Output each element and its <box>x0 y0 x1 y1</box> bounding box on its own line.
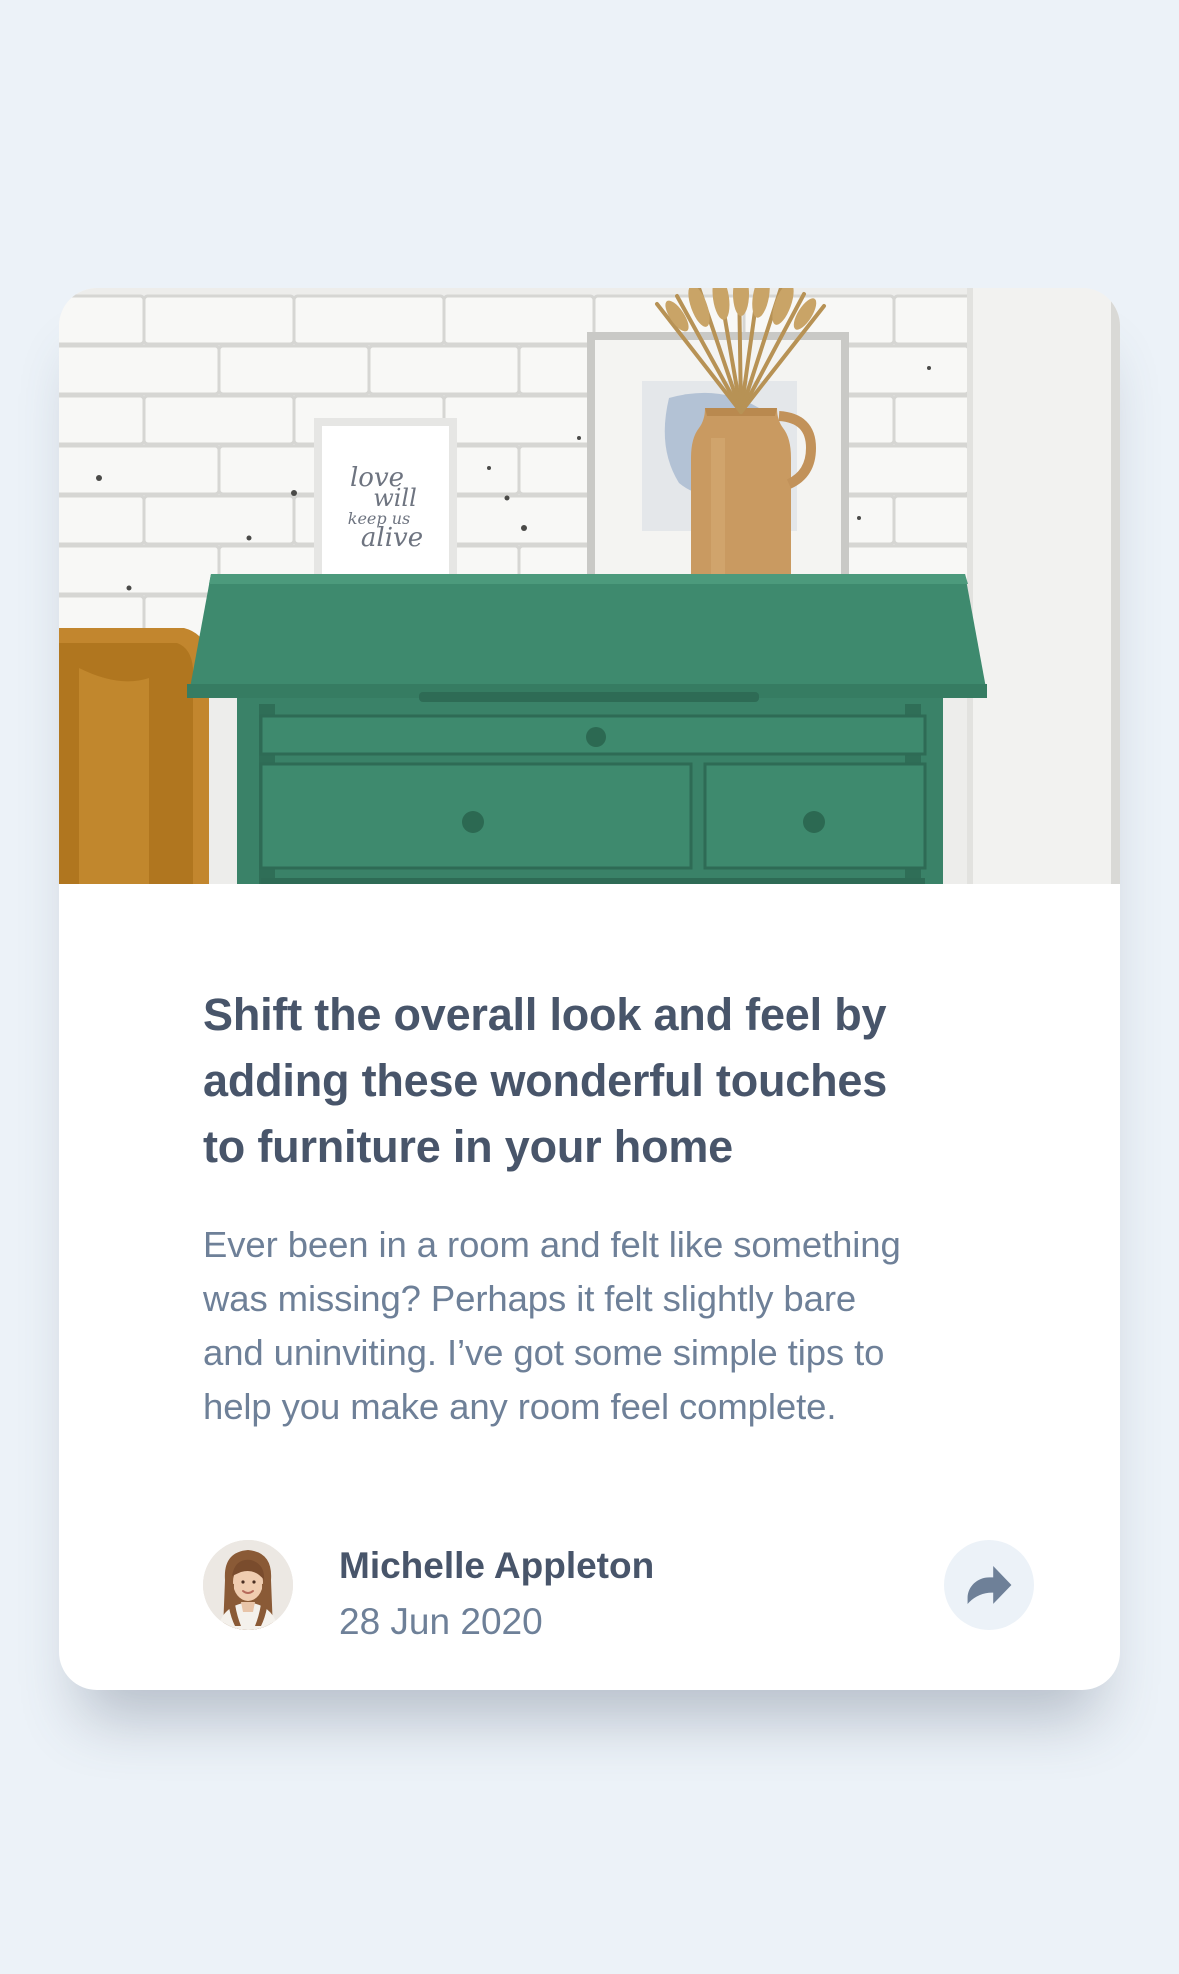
article-excerpt-line: Ever been in a room and felt like someth… <box>203 1224 901 1265</box>
avatar <box>203 1540 293 1630</box>
frame-text: alive <box>361 523 423 553</box>
article-excerpt-line: and uninviting. I’ve got some simple tip… <box>203 1332 885 1373</box>
author-name: Michelle Appleton <box>339 1545 655 1586</box>
share-icon <box>967 1566 1012 1604</box>
article-title-line: Shift the overall look and feel by <box>203 989 887 1040</box>
publish-date: 28 Jun 2020 <box>339 1601 543 1642</box>
article-excerpt: Ever been in a room and felt like someth… <box>203 1218 993 1434</box>
article-excerpt-line: help you make any room feel complete. <box>203 1386 837 1427</box>
article-title-line: adding these wonderful touches <box>203 1055 888 1106</box>
hero-image: love will keep us alive <box>59 288 1120 884</box>
frame-text: will <box>373 484 417 512</box>
article-title-line: to furniture in your home <box>203 1121 733 1172</box>
article-title: Shift the overall look and feel by addin… <box>203 982 993 1180</box>
share-button[interactable] <box>944 1540 1034 1630</box>
article-excerpt-line: was missing? Perhaps it felt slightly ba… <box>203 1278 857 1319</box>
article-footer: Michelle Appleton 28 Jun 2020 <box>203 1540 1037 1642</box>
